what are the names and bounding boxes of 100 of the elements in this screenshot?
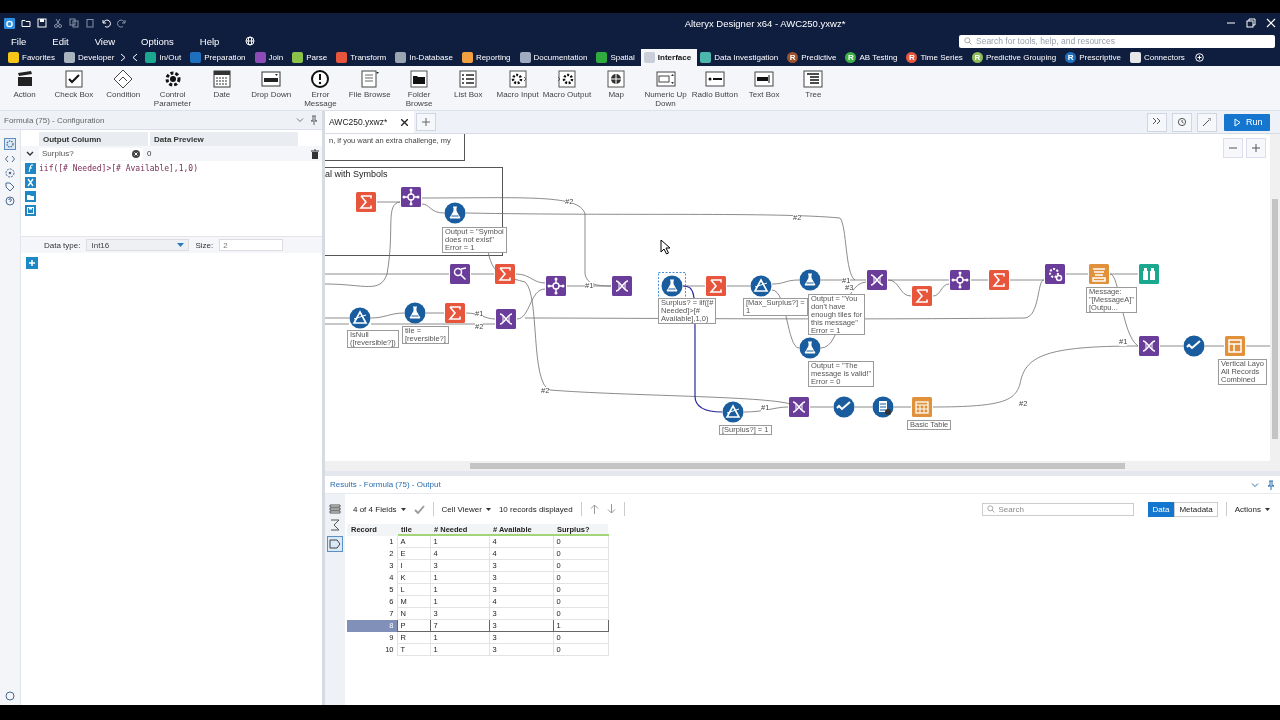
category-tab[interactable]: R Predictive Grouping [968, 49, 1063, 66]
tool-button[interactable]: Control Parameter [147, 66, 198, 110]
category-tab[interactable]: In-Database [392, 49, 459, 66]
tool-button[interactable]: Condition [98, 66, 148, 110]
tool-button[interactable]: File Browse [345, 66, 395, 110]
add-icon[interactable] [26, 257, 38, 269]
globe-icon [606, 69, 627, 89]
category-tab[interactable]: Transform [333, 49, 393, 66]
tool-button[interactable]: Check Box [49, 66, 99, 110]
category-tab[interactable]: R AB Testing [842, 49, 904, 66]
cell-viewer-dropdown[interactable]: Cell Viewer [441, 504, 491, 514]
tool-button[interactable]: Numeric Up Down [640, 66, 691, 110]
pin-icon[interactable] [310, 115, 318, 125]
container-title: al with Symbols [325, 169, 388, 179]
more-icon[interactable] [1194, 53, 1204, 62]
menu-item[interactable]: Help [199, 35, 220, 47]
chevron-down-icon[interactable] [25, 149, 35, 158]
redo-icon[interactable] [117, 18, 127, 28]
app-logo-icon[interactable] [4, 17, 15, 29]
view-tab[interactable]: Metadata [1174, 501, 1218, 517]
clear-icon[interactable] [132, 149, 140, 158]
tool-button[interactable]: Date [197, 66, 247, 110]
tool-button[interactable]: Action [0, 66, 50, 110]
open-folder-icon[interactable] [25, 191, 36, 202]
chevron-right-icon[interactable] [120, 53, 127, 62]
double-chevron-button[interactable] [1147, 112, 1167, 132]
menu-item[interactable]: Edit [52, 35, 69, 47]
folder-icon[interactable] [21, 18, 31, 28]
target-icon[interactable] [5, 168, 15, 178]
category-tab[interactable]: Parse [289, 49, 334, 66]
menu-item[interactable]: Options [141, 35, 174, 47]
undo-icon[interactable] [101, 18, 111, 28]
tool-button[interactable]: List Box [443, 66, 493, 110]
tool-button[interactable]: Macro Input [492, 66, 543, 110]
category-tab[interactable]: Join [251, 49, 290, 66]
category-tab[interactable]: R Time Series [903, 49, 969, 66]
arrow-up-icon[interactable] [589, 504, 599, 514]
trash-icon[interactable] [311, 148, 319, 159]
view-tab[interactable]: Data [1147, 501, 1175, 517]
category-tab[interactable]: In/Out [142, 49, 188, 66]
restore-icon[interactable] [1246, 18, 1256, 28]
category-tab[interactable]: Data Investigation [697, 49, 785, 66]
copy-icon[interactable] [69, 18, 79, 28]
chevron-left-icon[interactable] [132, 53, 139, 62]
tool-button[interactable]: Tree [788, 66, 839, 110]
tool-button[interactable]: Text Box [739, 66, 789, 110]
category-tab[interactable]: Preparation [187, 49, 252, 66]
menu-item[interactable]: File [11, 35, 27, 47]
category-tab[interactable]: R Predictive [784, 49, 843, 66]
category-badge: R [971, 52, 983, 63]
category-tab[interactable]: Favorites [5, 49, 61, 66]
category-tab[interactable]: Developer [60, 49, 121, 66]
category-tab[interactable]: Reporting [458, 49, 517, 66]
tool-button[interactable]: Folder Browse [394, 66, 444, 110]
fields-dropdown[interactable]: 4 of 4 Fields [353, 504, 406, 514]
globe-icon[interactable] [245, 36, 256, 46]
tool-button[interactable]: Drop Down [246, 66, 296, 110]
history-button[interactable] [1172, 112, 1192, 132]
tag-icon[interactable] [327, 536, 343, 552]
field-label: Data type: [44, 240, 81, 250]
data-preview: 0 [147, 149, 153, 158]
tag-icon[interactable] [5, 182, 15, 192]
expression-editor[interactable]: iif([# Needed]>[# Available],1,0) [37, 161, 200, 236]
category-tab[interactable]: Documentation [516, 49, 594, 66]
run-button[interactable]: Run [1224, 113, 1270, 131]
data-type-dropdown[interactable]: Int16 [86, 239, 190, 251]
size-field[interactable]: 2 [219, 239, 284, 251]
connector-line [1159, 345, 1184, 347]
cut-icon[interactable] [53, 18, 63, 28]
output-column-field[interactable]: Surplus? [39, 147, 143, 160]
tool-button[interactable]: Error Message [295, 66, 346, 110]
folder-icon [409, 69, 429, 89]
gear-icon[interactable] [4, 138, 16, 150]
arrow-down-icon[interactable] [606, 504, 616, 514]
save-icon[interactable] [37, 18, 47, 28]
workflow-tab[interactable]: AWC250.yxwz* [325, 111, 415, 133]
column-header: Output Column [39, 132, 148, 146]
sigma-icon[interactable] [329, 519, 341, 531]
search-icon [964, 37, 972, 45]
checkmark-icon[interactable] [413, 504, 425, 514]
actions-dropdown[interactable]: Actions [1234, 504, 1270, 514]
category-tab[interactable]: Interface [640, 49, 698, 66]
menu-item[interactable]: View [94, 35, 116, 47]
variable-icon[interactable] [25, 177, 36, 188]
panel-title: Results - Formula (75) - Output [330, 480, 442, 489]
paste-icon[interactable] [85, 18, 95, 28]
tool-button[interactable]: Map [591, 66, 641, 110]
horizontal-scrollbar[interactable] [325, 461, 1270, 471]
category-tab[interactable]: Connectors [1126, 49, 1191, 66]
code-icon[interactable] [5, 154, 15, 164]
pin-icon[interactable] [1267, 479, 1275, 490]
category-tab[interactable]: Spatial [593, 49, 641, 66]
category-tab[interactable]: R Prescriptive [1062, 49, 1127, 66]
rows-icon[interactable] [329, 504, 341, 514]
function-icon[interactable] [25, 163, 36, 174]
tool-button[interactable]: Radio Button [690, 66, 740, 110]
vertical-scrollbar[interactable] [1270, 134, 1280, 471]
tool-button[interactable]: Macro Output [542, 66, 592, 110]
close-icon[interactable] [401, 118, 409, 126]
search-field[interactable]: Search [981, 502, 1134, 516]
